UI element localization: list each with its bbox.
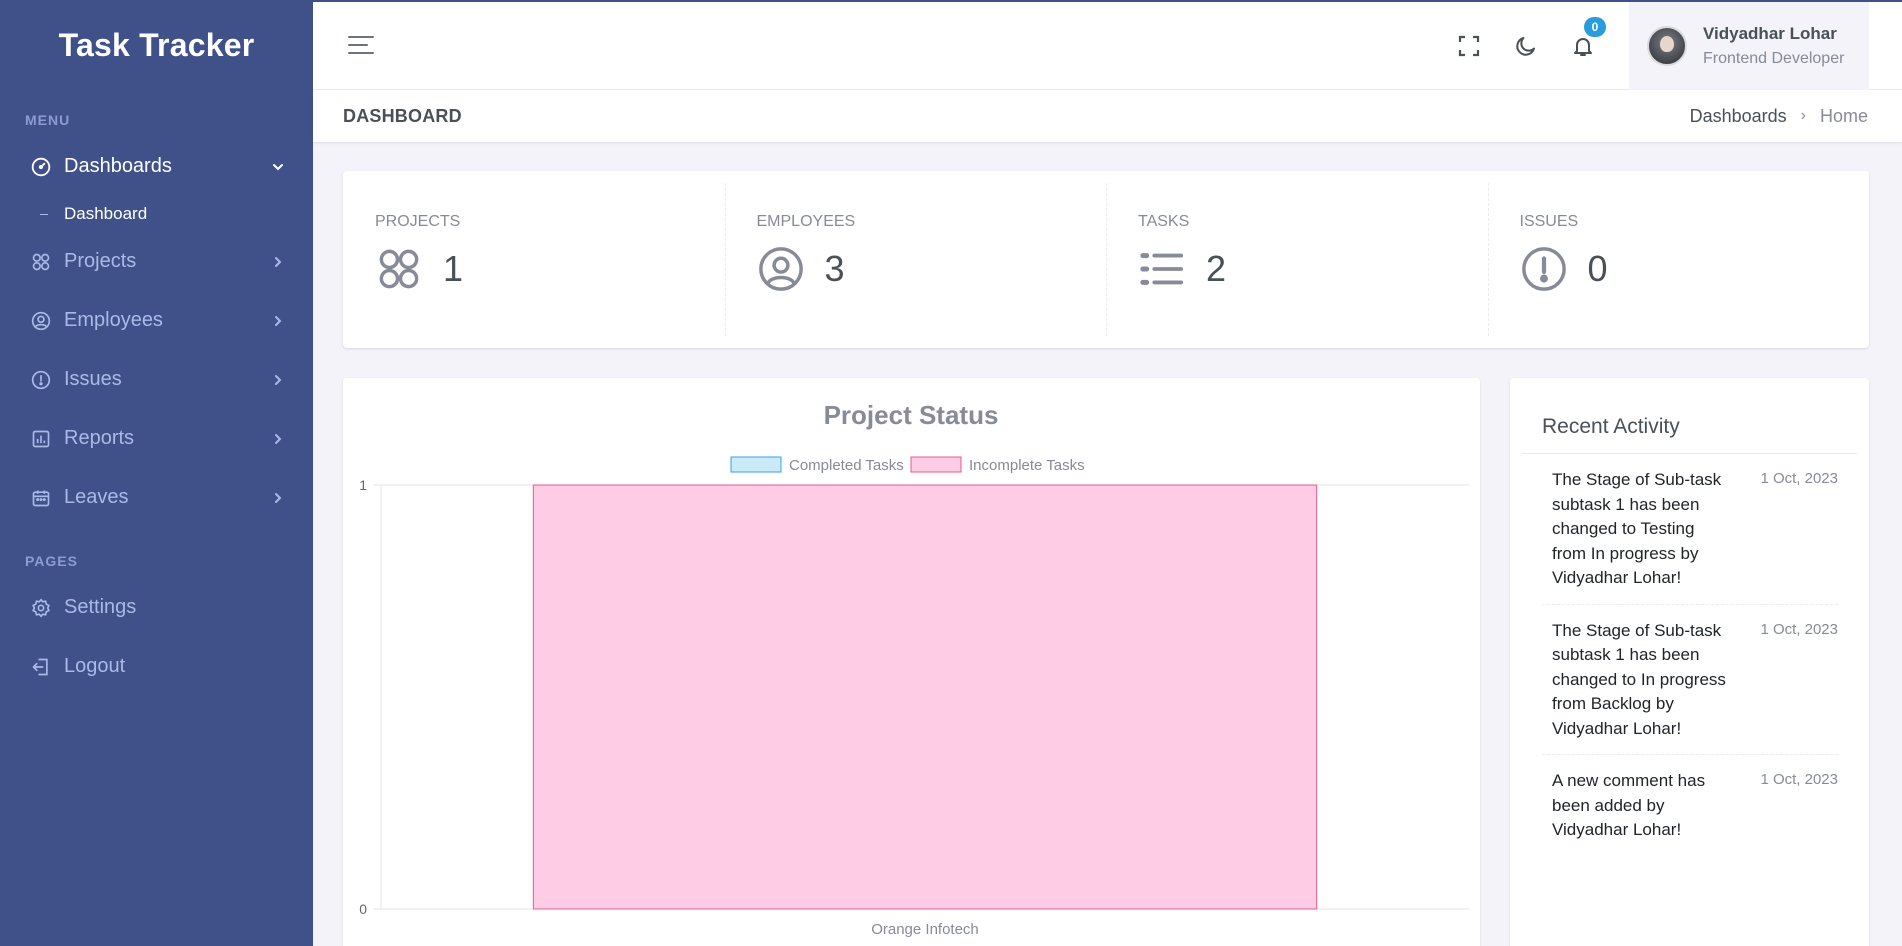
activity-date: 1 Oct, 2023: [1760, 470, 1838, 487]
sidebar-item-label: Employees: [64, 309, 163, 331]
brand-logo[interactable]: Task Tracker: [0, 0, 313, 90]
stat-value: 1: [443, 248, 464, 289]
sidebar-item-logout[interactable]: Logout: [0, 637, 313, 696]
stat-tasks: TASKS 2: [1106, 171, 1488, 348]
recent-activity-title: Recent Activity: [1542, 415, 1680, 438]
stat-issues: ISSUES 0: [1487, 171, 1870, 348]
stat-projects: PROJECTS 1: [343, 171, 725, 348]
avatar: [1647, 26, 1687, 66]
chart-title: Project Status: [824, 400, 999, 430]
stat-value: 2: [1206, 248, 1227, 289]
sidebar-item-employees[interactable]: Employees: [0, 291, 313, 350]
hamburger-menu-icon[interactable]: [348, 36, 374, 56]
menu-section-title: MENU: [25, 112, 71, 128]
page-title-bar: DASHBOARD Dashboards › Home: [313, 90, 1902, 142]
chevron-right-icon: ›: [1800, 107, 1806, 124]
x-tick-label: Orange Infotech: [871, 921, 979, 938]
user-profile-dropdown[interactable]: Vidyadhar Lohar Frontend Developer: [1629, 2, 1869, 90]
page-title: DASHBOARD: [343, 105, 462, 126]
sidebar-item-issues[interactable]: Issues: [0, 350, 313, 409]
sidebar-item-leaves[interactable]: Leaves: [0, 468, 313, 527]
apps-icon: [375, 245, 423, 293]
breadcrumb-current: Home: [1819, 105, 1868, 126]
speedometer-icon: [30, 156, 52, 178]
stat-label: PROJECTS: [375, 213, 461, 230]
recent-activity-card: Recent Activity The Stage of Sub-task su…: [1510, 378, 1869, 946]
sidebar-item-label: Logout: [64, 655, 126, 677]
stat-label: TASKS: [1138, 213, 1190, 230]
stat-label: ISSUES: [1519, 213, 1579, 230]
user-circle-icon: [30, 310, 52, 332]
notification-badge: 0: [1584, 17, 1606, 37]
list-icon: [1138, 245, 1186, 293]
project-status-chart: Project Status Completed Tasks Incomplete …: [359, 400, 1469, 938]
activity-text: A new comment has been added by Vidyadha…: [1552, 771, 1706, 839]
sidebar-item-label: Reports: [64, 427, 135, 449]
sidebar-item-reports[interactable]: Reports: [0, 409, 313, 468]
sidebar-subitem-label: Dashboard: [64, 204, 148, 223]
legend-swatch: [910, 456, 962, 473]
gear-icon: [30, 597, 52, 619]
breadcrumb: Dashboards › Home: [1690, 106, 1868, 127]
legend-swatch: [730, 456, 782, 473]
user-role: Frontend Developer: [1703, 50, 1845, 67]
apps-icon: [30, 251, 52, 273]
pages-section-title: PAGES: [25, 553, 78, 569]
activity-text: The Stage of Sub-task subtask 1 has been…: [1552, 470, 1722, 587]
activity-date: 1 Oct, 2023: [1760, 620, 1838, 638]
user-circle-icon: [757, 245, 805, 293]
sidebar-item-label: Settings: [64, 596, 137, 618]
list-item: The Stage of Sub-task subtask 1 has been…: [1542, 454, 1838, 605]
sidebar-item-label: Projects: [64, 250, 137, 272]
calendar-icon: [30, 487, 52, 509]
legend-label: Completed Tasks: [789, 457, 904, 474]
stat-value: 3: [824, 248, 845, 289]
chevron-down-icon: [271, 160, 285, 174]
stat-employees: EMPLOYEES 3: [724, 171, 1107, 348]
alert-circle-icon: [1520, 245, 1568, 293]
sidebar-item-label: Leaves: [64, 486, 129, 508]
sidebar: Task Tracker MENU Dashboards Dashboard P…: [0, 0, 313, 946]
stat-label: EMPLOYEES: [756, 213, 856, 230]
activity-date: 1 Oct, 2023: [1760, 771, 1838, 788]
moon-icon[interactable]: [1512, 32, 1540, 60]
activity-text: The Stage of Sub-task subtask 1 has been…: [1552, 620, 1726, 738]
chevron-right-icon: [271, 314, 285, 328]
list-item: The Stage of Sub-task subtask 1 has been…: [1542, 605, 1838, 755]
logout-icon: [30, 656, 52, 678]
alert-circle-icon: [30, 369, 52, 391]
list-item: A new comment has been added by Vidyadha…: [1542, 755, 1838, 856]
sidebar-item-settings[interactable]: Settings: [0, 578, 313, 637]
dash-marker: [40, 213, 48, 215]
chevron-right-icon: [271, 491, 285, 505]
sidebar-item-dashboards[interactable]: Dashboards: [0, 137, 313, 196]
activity-list: The Stage of Sub-task subtask 1 has been…: [1510, 454, 1869, 856]
sidebar-item-projects[interactable]: Projects: [0, 232, 313, 291]
bar-chart-icon: [30, 428, 52, 450]
project-status-chart-card: Project Status Completed Tasks Incomplete …: [343, 378, 1480, 946]
bar: [532, 484, 1318, 910]
chevron-right-icon: [271, 432, 285, 446]
stat-value: 0: [1587, 248, 1608, 289]
breadcrumb-link-dashboards[interactable]: Dashboards: [1690, 106, 1787, 127]
chevron-right-icon: [271, 373, 285, 387]
fullscreen-icon[interactable]: [1455, 32, 1483, 60]
chevron-right-icon: [271, 255, 285, 269]
user-name: Vidyadhar Lohar: [1703, 24, 1837, 43]
sidebar-subitem-dashboard[interactable]: Dashboard: [0, 196, 313, 232]
y-tick-label: 0: [359, 901, 367, 917]
sidebar-item-label: Issues: [64, 368, 122, 390]
stats-card: PROJECTS 1 EMPLOYEES 3 TASKS 2 ISSUES 0: [343, 171, 1869, 348]
topbar: 0 Vidyadhar Lohar Frontend Developer: [313, 0, 1902, 90]
sidebar-item-label: Dashboards: [64, 155, 172, 177]
y-tick-label: 1: [359, 477, 367, 493]
legend-label: Incomplete Tasks: [969, 457, 1085, 474]
